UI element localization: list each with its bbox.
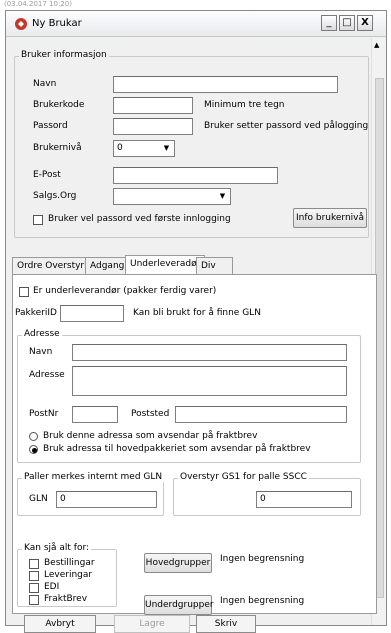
passord-field[interactable] — [113, 118, 193, 135]
epost-field[interactable] — [113, 167, 278, 184]
velg-passord-label: Bruker vel passord ved første innlogging — [48, 214, 231, 224]
navn-field[interactable] — [113, 76, 338, 93]
kan-sja-legend: Kan sjå alt for: — [22, 543, 92, 553]
window-title: Ny Brukar — [32, 18, 82, 29]
background-timestamp: (03.04.2017 10:20) — [4, 0, 72, 8]
radio-use-main-packer-address-label: Bruk adressa til hovedpakkeriet som avse… — [43, 444, 311, 454]
adresse-navn-label: Navn — [29, 347, 53, 357]
radio-use-this-address[interactable] — [29, 432, 38, 441]
pakkerid-label: PakkeriID — [15, 308, 57, 318]
adresse-legend: Adresse — [22, 329, 62, 339]
fraktbrev-checkbox[interactable] — [29, 595, 39, 605]
brukerniva-label: Brukernivå — [33, 143, 82, 153]
user-info-group: Bruker informasjon Navn Brukerkode Minim… — [14, 50, 369, 238]
tab-underleverandor[interactable]: Underleveradør — [125, 255, 206, 274]
lagre-button[interactable]: Lagre — [114, 615, 190, 633]
ny-brukar-window: Ny Brukar _ □ X ▲ Bruker informasjon Nav… — [5, 10, 387, 633]
chevron-down-icon[interactable]: ▼ — [160, 142, 173, 155]
hovedgrupper-button[interactable]: Hovedgrupper — [144, 553, 212, 573]
hovedgrupper-status: Ingen begrensning — [220, 554, 305, 564]
skriv-button[interactable]: Skriv — [196, 615, 256, 633]
undergrupper-button[interactable]: Underdgrupper — [144, 595, 214, 615]
postnr-label: PostNr — [29, 409, 59, 419]
bestillingar-label: Bestillingar — [44, 558, 95, 568]
app-icon — [14, 17, 28, 31]
velg-passord-checkbox[interactable] — [33, 215, 43, 225]
edi-checkbox[interactable] — [29, 583, 39, 593]
bestillingar-checkbox[interactable] — [29, 559, 39, 569]
gln-field[interactable]: 0 — [56, 491, 157, 508]
title-bar[interactable]: Ny Brukar _ □ X — [6, 11, 386, 37]
brukerkode-hint: Minimum tre tegn — [204, 100, 285, 110]
adresse-field[interactable] — [72, 366, 347, 396]
underleverandor-checkbox[interactable] — [19, 287, 29, 297]
brukerniva-select[interactable]: 0 ▼ — [113, 140, 175, 157]
leveringar-label: Leveringar — [44, 570, 93, 580]
avbryt-button[interactable]: Avbryt — [24, 615, 96, 633]
brukerniva-value: 0 — [117, 143, 123, 153]
background-window-strip: (03.04.2017 10:20) — [0, 0, 391, 10]
gs1-sscc-field[interactable]: 0 — [256, 491, 352, 508]
salgsorg-label: Salgs.Org — [33, 191, 77, 201]
poststed-field[interactable] — [175, 406, 347, 423]
tab-adgang[interactable]: Adgang — [85, 257, 130, 274]
passord-hint: Bruker setter passord ved pålogging — [204, 121, 369, 131]
underleverandor-label: Er underleverandør (pakker ferdig varer) — [33, 286, 217, 296]
brukerkode-label: Brukerkode — [33, 100, 85, 110]
chevron-down-icon[interactable]: ▼ — [216, 190, 229, 203]
paller-gln-group: Paller merkes internt med GLN GLN 0 — [17, 472, 165, 516]
adresse-navn-field[interactable] — [72, 344, 347, 361]
pakkerid-hint: Kan bli brukt for å finne GLN — [133, 308, 261, 318]
gs1-sscc-legend: Overstyr GS1 for palle SSCC — [178, 472, 309, 482]
info-brukerniva-button[interactable]: Info brukernivå — [293, 208, 367, 228]
tab-div[interactable]: Div — [196, 257, 233, 274]
postnr-field[interactable] — [72, 406, 118, 423]
user-info-legend: Bruker informasjon — [19, 50, 109, 60]
minimize-button[interactable]: _ — [321, 15, 337, 31]
underleverandor-panel: Er underleverandør (pakker ferdig varer)… — [12, 274, 377, 615]
close-button[interactable]: X — [357, 15, 373, 31]
kan-sja-group: Kan sjå alt for: Bestillingar Leveringar… — [17, 543, 117, 607]
gs1-sscc-group: Overstyr GS1 for palle SSCC 0 — [173, 472, 361, 516]
fraktbrev-label: FraktBrev — [44, 594, 88, 604]
undergrupper-status: Ingen begrensning — [220, 596, 305, 606]
edi-label: EDI — [44, 582, 60, 592]
salgsorg-select[interactable]: ▼ — [113, 188, 231, 205]
scroll-up-icon[interactable]: ▲ — [374, 41, 379, 49]
epost-label: E-Post — [33, 170, 61, 180]
leveringar-checkbox[interactable] — [29, 571, 39, 581]
passord-label: Passord — [33, 121, 68, 131]
gln-label: GLN — [29, 494, 48, 504]
maximize-button[interactable]: □ — [339, 15, 355, 31]
adresse-label: Adresse — [29, 370, 65, 380]
paller-gln-legend: Paller merkes internt med GLN — [22, 472, 165, 482]
navn-label: Navn — [33, 79, 57, 89]
poststed-label: Poststed — [131, 409, 170, 419]
brukerkode-field[interactable] — [113, 97, 193, 114]
pakkerid-field[interactable] — [60, 305, 124, 322]
radio-use-main-packer-address[interactable] — [29, 445, 38, 454]
adresse-group: Adresse Navn Adresse PostNr Poststed Bru… — [17, 329, 361, 463]
radio-use-this-address-label: Bruk denne adressa som avsendar på frakt… — [43, 431, 258, 441]
